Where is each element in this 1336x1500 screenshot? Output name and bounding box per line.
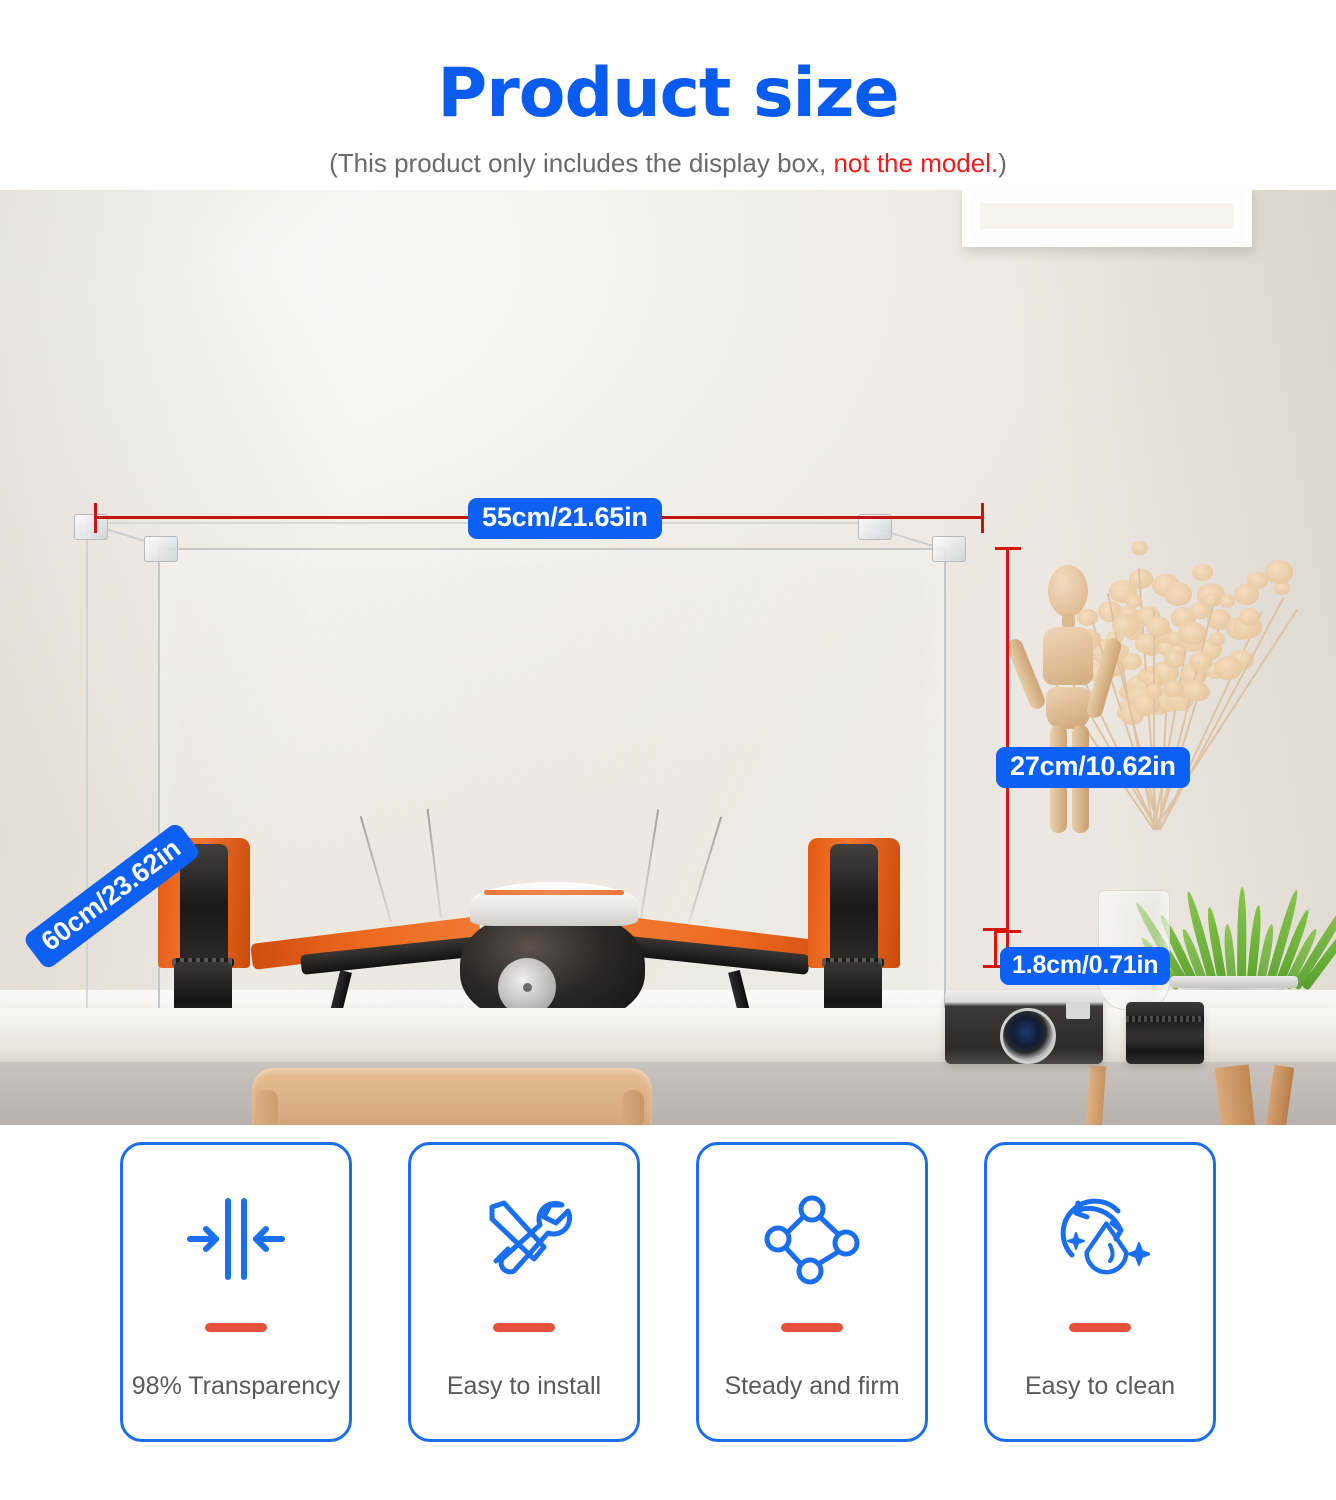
subtitle: (This product only includes the display … bbox=[0, 128, 1336, 179]
card-divider bbox=[781, 1323, 843, 1332]
model-antenna bbox=[688, 816, 723, 923]
feature-card-clean[interactable]: Easy to clean bbox=[984, 1142, 1216, 1442]
dried-flower-cluster bbox=[1264, 560, 1294, 584]
subtitle-accent: not the model. bbox=[833, 148, 999, 178]
dried-flower-cluster bbox=[1163, 679, 1185, 698]
dried-flower-cluster bbox=[1146, 616, 1171, 637]
page-title: Product size bbox=[437, 54, 899, 133]
detached-camera-lens bbox=[1126, 1002, 1204, 1064]
case-corner-bracket bbox=[144, 536, 178, 562]
nacelle-core bbox=[830, 844, 878, 968]
water-drop-clean-icon bbox=[1045, 1191, 1155, 1287]
picture-frame-inner bbox=[975, 198, 1239, 234]
dried-flower-cluster bbox=[1239, 608, 1260, 626]
case-corner-bracket bbox=[932, 536, 966, 562]
network-nodes-icon bbox=[757, 1191, 867, 1287]
dried-flower-cluster bbox=[1183, 680, 1208, 701]
header: Product size (This product only includes… bbox=[0, 0, 1336, 190]
feature-card-steady[interactable]: Steady and firm bbox=[696, 1142, 928, 1442]
chair-right-post bbox=[622, 1090, 644, 1125]
model-canopy bbox=[470, 882, 638, 926]
height-dimension-badge: 27cm/10.62in bbox=[996, 747, 1190, 788]
card-divider bbox=[1069, 1323, 1131, 1332]
camera-lens-front bbox=[1000, 1008, 1056, 1064]
feature-card-list: 98% Transparency Easy to install Steady … bbox=[0, 1125, 1336, 1500]
dried-flower-stem bbox=[1153, 611, 1155, 830]
dried-flower-cluster bbox=[1203, 592, 1220, 607]
mannequin-left-arm bbox=[1004, 636, 1048, 712]
wooden-mannequin bbox=[1004, 565, 1130, 885]
width-dimension-right-cap bbox=[981, 503, 984, 533]
mannequin-torso bbox=[1043, 627, 1093, 685]
feature-card-label: Easy to install bbox=[446, 1372, 602, 1400]
dried-flower-cluster bbox=[1218, 594, 1236, 609]
picture-frame bbox=[962, 190, 1252, 247]
potted-grass-blades bbox=[1132, 868, 1336, 991]
subtitle-suffix: ) bbox=[998, 148, 1007, 178]
detached-lens-focus-ring bbox=[1126, 1016, 1204, 1022]
feature-card-transparency[interactable]: 98% Transparency bbox=[120, 1142, 352, 1442]
dried-flower-cluster bbox=[1131, 541, 1149, 556]
easel-leg bbox=[1214, 1064, 1256, 1125]
case-front-top-edge bbox=[158, 548, 946, 550]
dried-flower-cluster bbox=[1234, 584, 1259, 605]
dried-flower-cluster bbox=[1213, 656, 1243, 680]
card-divider bbox=[205, 1323, 267, 1332]
card-divider bbox=[493, 1323, 555, 1332]
mannequin-hips bbox=[1046, 687, 1090, 729]
tools-icon bbox=[469, 1191, 579, 1287]
dried-flower-cluster bbox=[1128, 569, 1154, 590]
feature-card-label: Easy to clean bbox=[1024, 1372, 1176, 1400]
camera-viewfinder bbox=[1066, 1002, 1090, 1019]
feature-card-install[interactable]: Easy to install bbox=[408, 1142, 640, 1442]
base-thickness-line bbox=[994, 928, 997, 968]
metal-pot-rim bbox=[1170, 976, 1298, 988]
subtitle-prefix: (This product only includes the display … bbox=[329, 148, 834, 178]
under-desk-floor bbox=[0, 1062, 1336, 1125]
model-antenna bbox=[359, 815, 392, 923]
transparency-icon bbox=[181, 1191, 291, 1287]
grass-blade bbox=[1237, 886, 1247, 989]
feature-card-label: 98% Transparency bbox=[131, 1372, 341, 1400]
case-back-left-edge bbox=[86, 523, 88, 1079]
width-dimension-badge: 55cm/21.65in bbox=[468, 498, 662, 539]
product-photo: 55cm/21.65in 27cm/10.62in 1.8cm/0.71in 6… bbox=[0, 190, 1336, 1125]
model-canopy-stripe bbox=[484, 890, 624, 895]
dried-flower-cluster bbox=[1164, 650, 1185, 668]
dried-flower-cluster bbox=[1164, 582, 1193, 607]
base-thickness-badge: 1.8cm/0.71in bbox=[1000, 947, 1171, 985]
dried-flower-cluster bbox=[1192, 563, 1214, 582]
chair-left-post bbox=[256, 1090, 278, 1125]
dried-flower-cluster bbox=[1208, 632, 1226, 647]
model-nose-hub bbox=[523, 983, 532, 992]
feature-card-label: Steady and firm bbox=[724, 1372, 900, 1400]
mannequin-head bbox=[1048, 565, 1088, 617]
chair-backrest bbox=[252, 1068, 652, 1125]
